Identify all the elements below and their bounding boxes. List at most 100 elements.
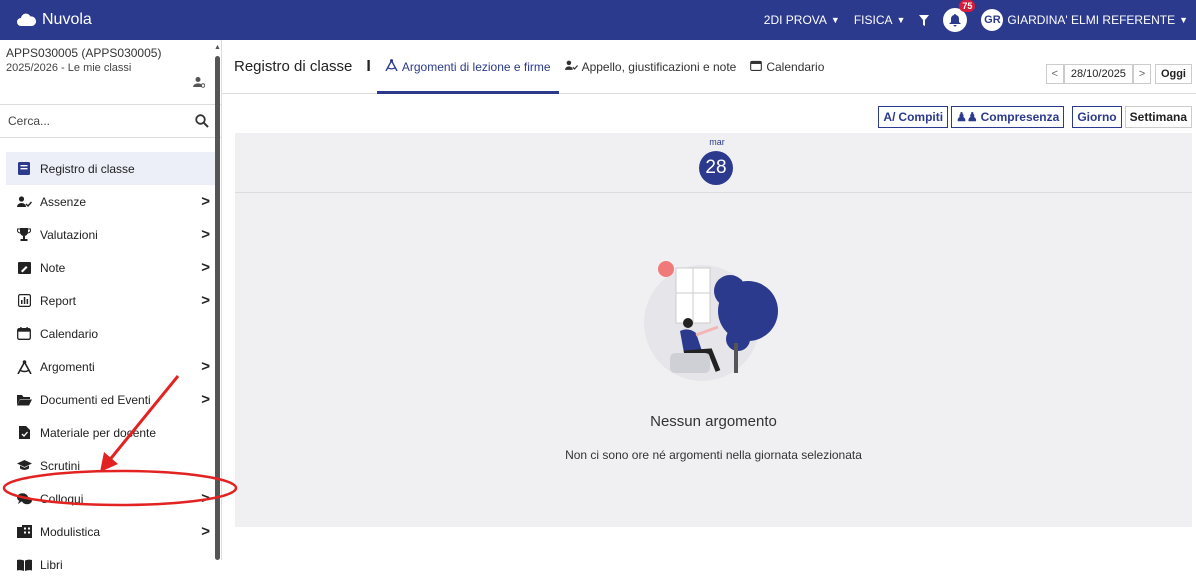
user-settings-icon[interactable] bbox=[193, 76, 206, 91]
tab-bar: Registro di classe I Argomenti di lezion… bbox=[222, 40, 1196, 94]
year-context: 2025/2026 - Le mie classi bbox=[6, 62, 132, 74]
sidebar-item-label: Materiale per docente bbox=[40, 425, 157, 440]
sidebar-item-label: Colloqui bbox=[40, 491, 84, 506]
sidebar-item-assenze[interactable]: Assenze > bbox=[6, 185, 218, 218]
filter-button[interactable] bbox=[919, 14, 930, 26]
sidebar-item-libri[interactable]: Libri bbox=[6, 548, 218, 581]
notification-count-badge: 75 bbox=[959, 0, 976, 12]
main-content: Registro di classe I Argomenti di lezion… bbox=[222, 40, 1196, 560]
sidebar-item-label: Calendario bbox=[40, 326, 99, 341]
cloud-icon bbox=[17, 13, 36, 26]
class-selector-label: 2DI PROVA bbox=[763, 13, 827, 27]
compass-icon bbox=[16, 359, 32, 374]
chevron-right-icon: > bbox=[201, 523, 210, 540]
next-day-button[interactable]: > bbox=[1132, 64, 1151, 84]
chevron-right-icon: > bbox=[201, 193, 210, 210]
file-icon bbox=[16, 426, 32, 440]
sidebar-item-modulistica[interactable]: Modulistica > bbox=[6, 515, 218, 548]
sidebar-item-colloqui[interactable]: Colloqui > bbox=[6, 482, 218, 515]
sidebar-item-label: Modulistica bbox=[40, 524, 101, 539]
bell-icon bbox=[949, 13, 962, 26]
user-check-icon bbox=[16, 195, 32, 209]
compresenza-button[interactable]: ♟♟ Compresenza bbox=[951, 106, 1065, 128]
date-field[interactable]: 28/10/2025 bbox=[1063, 64, 1133, 84]
chevron-right-icon: > bbox=[201, 391, 210, 408]
tab-appello[interactable]: Appello, giustificazioni e note bbox=[564, 40, 737, 94]
date-navigator: < 28/10/2025 > Oggi bbox=[1045, 64, 1192, 84]
tab-label: Calendario bbox=[766, 59, 825, 74]
weekday-label: mar bbox=[709, 137, 725, 147]
compass-icon bbox=[385, 59, 398, 74]
sidebar-item-valutazioni[interactable]: Valutazioni > bbox=[6, 218, 218, 251]
scroll-up-icon[interactable]: ▲ bbox=[214, 44, 221, 51]
sidebar-item-documenti-ed-eventi[interactable]: Documenti ed Eventi > bbox=[6, 383, 218, 416]
sidebar-search[interactable]: Cerca... bbox=[0, 104, 221, 138]
chevron-right-icon: > bbox=[201, 226, 210, 243]
sidebar-item-label: Scrutini bbox=[40, 458, 81, 473]
brand[interactable]: Nuvola bbox=[16, 11, 92, 29]
graduation-cap-icon bbox=[16, 459, 32, 473]
subject-selector-label: FISICA bbox=[853, 13, 893, 27]
sidebar-item-label: Note bbox=[40, 260, 66, 275]
top-bar: Nuvola 2DI PROVA ▼ FISICA ▼ 75 GR GIARDINA… bbox=[0, 0, 1196, 40]
sidebar-item-label: Valutazioni bbox=[40, 227, 98, 242]
sidebar-item-argomenti[interactable]: Argomenti > bbox=[6, 350, 218, 383]
sidebar-item-note[interactable]: Note > bbox=[6, 251, 218, 284]
today-button[interactable]: Oggi bbox=[1154, 64, 1192, 84]
chevron-right-icon: > bbox=[201, 259, 210, 276]
sidebar: APPS030005 (APPS030005) 2025/2026 - Le m… bbox=[0, 40, 222, 572]
calendar-icon bbox=[16, 327, 32, 341]
tab-calendario[interactable]: Calendario bbox=[750, 40, 824, 94]
sidebar-scrollbar[interactable] bbox=[215, 56, 220, 560]
search-icon[interactable] bbox=[195, 114, 209, 128]
sidebar-item-scrutini[interactable]: Scrutini bbox=[6, 449, 218, 482]
filter-icon bbox=[919, 14, 930, 26]
app-name: Nuvola bbox=[42, 11, 92, 28]
class-selector[interactable]: 2DI PROVA ▼ bbox=[764, 13, 840, 27]
calendar-icon bbox=[750, 60, 763, 74]
folder-icon bbox=[16, 393, 32, 407]
sidebar-item-report[interactable]: Report > bbox=[6, 284, 218, 317]
bar-chart-icon bbox=[16, 294, 32, 308]
sidebar-menu: Registro di classe Assenze > Valutazioni… bbox=[0, 152, 221, 581]
school-code: APPS030005 (APPS030005) bbox=[6, 46, 162, 60]
sidebar-item-label: Report bbox=[40, 293, 77, 308]
sidebar-item-label: Argomenti bbox=[40, 359, 95, 374]
chevron-right-icon: > bbox=[201, 358, 210, 375]
view-toolbar: A/Compiti ♟♟ Compresenza Giorno Settimana bbox=[875, 106, 1192, 128]
day-header: mar 28 bbox=[235, 133, 1192, 193]
users-icon: ♟♟ bbox=[956, 110, 978, 124]
caret-down-icon: ▼ bbox=[1179, 15, 1188, 25]
sidebar-item-registro-di-classe[interactable]: Registro di classe bbox=[6, 152, 218, 185]
sidebar-item-calendario[interactable]: Calendario bbox=[6, 317, 218, 350]
note-icon bbox=[16, 261, 32, 275]
subject-selector[interactable]: FISICA ▼ bbox=[854, 13, 906, 27]
tab-argomenti-di-lezione[interactable]: Argomenti di lezione e firme bbox=[376, 40, 559, 94]
tab-label: Argomenti di lezione e firme bbox=[401, 59, 551, 74]
user-name: GIARDINA' ELMI REFERENTE bbox=[1007, 13, 1176, 27]
notifications-button[interactable]: 75 bbox=[943, 0, 976, 32]
user-menu[interactable]: GIARDINA' ELMI REFERENTE ▼ bbox=[1007, 13, 1188, 27]
page-title: Registro di classe bbox=[234, 58, 353, 75]
compresenza-label: Compresenza bbox=[980, 110, 1060, 124]
sidebar-item-label: Registro di classe bbox=[40, 161, 135, 176]
sidebar-item-materiale-per-docente[interactable]: Materiale per docente bbox=[6, 416, 218, 449]
day-panel: mar 28 Nessun argomento Non ci sono ore … bbox=[235, 133, 1192, 527]
tab-label: Appello, giustificazioni e note bbox=[581, 59, 737, 74]
day-view-button[interactable]: Giorno bbox=[1072, 106, 1122, 128]
day-number[interactable]: 28 bbox=[699, 151, 733, 185]
empty-state-illustration bbox=[644, 261, 778, 381]
sidebar-item-label: Documenti ed Eventi bbox=[40, 392, 151, 407]
compiti-button[interactable]: A/Compiti bbox=[878, 106, 949, 128]
chevron-right-icon: > bbox=[201, 490, 210, 507]
compiti-label: Compiti bbox=[898, 110, 944, 124]
avatar[interactable]: GR bbox=[981, 9, 1004, 31]
sidebar-item-label: Assenze bbox=[40, 194, 87, 209]
previous-day-button[interactable]: < bbox=[1045, 64, 1064, 84]
week-view-button[interactable]: Settimana bbox=[1124, 106, 1192, 128]
caret-down-icon: ▼ bbox=[830, 15, 840, 25]
chevron-right-icon: > bbox=[201, 292, 210, 309]
homework-icon: A/ bbox=[883, 110, 896, 124]
sidebar-context: APPS030005 (APPS030005) 2025/2026 - Le m… bbox=[0, 40, 221, 104]
search-input[interactable]: Cerca... bbox=[8, 114, 50, 128]
